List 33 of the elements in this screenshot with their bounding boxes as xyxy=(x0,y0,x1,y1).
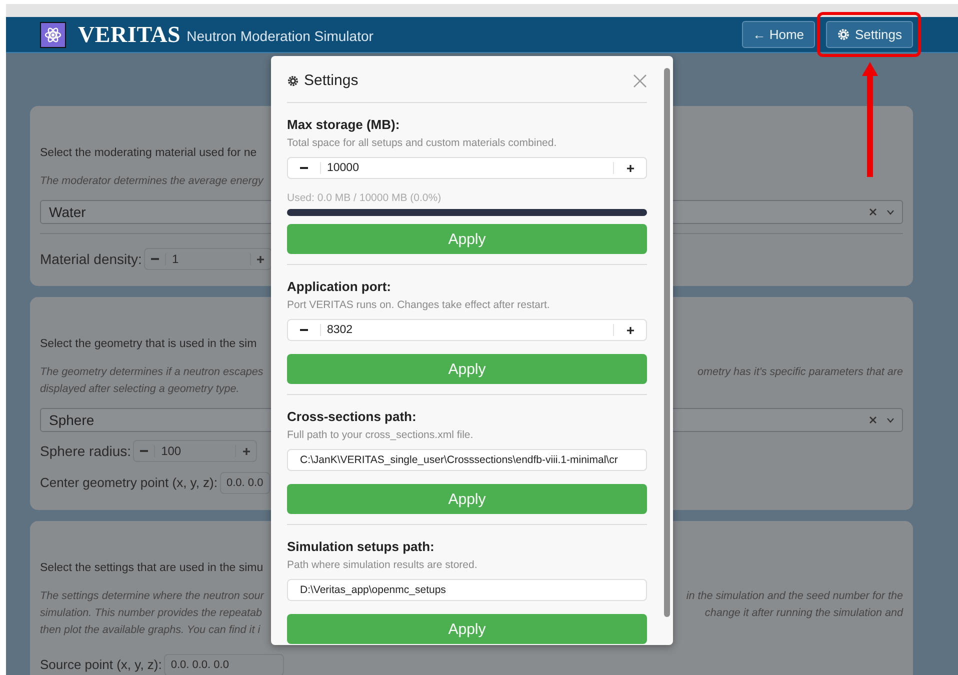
hint-text: change it after running the simulation and xyxy=(704,606,903,621)
modal-title: Settings xyxy=(304,72,358,89)
field-label: Sphere radius: xyxy=(40,443,132,459)
app-title: VERITAS xyxy=(78,22,181,48)
section-title: Cross-sections path: xyxy=(287,408,418,426)
hint-text: ometry has it's specific parameters that are xyxy=(698,365,903,380)
hint-text: The geometry determines if a neutron escapes xyxy=(40,365,264,380)
section-title: Simulation setups path: xyxy=(287,538,436,556)
field-label: Center geometry point (x, y, z): xyxy=(40,475,218,491)
select-value: Water xyxy=(49,204,86,220)
field-label: Material density: xyxy=(40,251,142,267)
instruction-text: Select the moderating material used for ne xyxy=(40,146,257,161)
instruction-text: Select the geometry that is used in the sim xyxy=(40,337,257,352)
number-value: 100 xyxy=(154,445,236,457)
number-value: 1 xyxy=(164,253,251,265)
hint-text: in the simulation and the seed number for the xyxy=(686,589,903,604)
hint-text: then plot the available graphs. You can find it i xyxy=(40,623,260,638)
number-value: 10000 xyxy=(320,162,614,174)
number-value: 8302 xyxy=(320,324,614,336)
select-value: Sphere xyxy=(49,412,94,428)
section-description: Total space for all setups and custom materials combined. xyxy=(287,136,558,150)
section-title: Max storage (MB): xyxy=(287,116,401,134)
hint-text: The moderator determines the average energy xyxy=(40,174,264,189)
hint-text: simulation. This number provides the repeatab xyxy=(40,606,262,621)
section-title: Application port: xyxy=(287,278,392,296)
section-description: Path where simulation results are stored. xyxy=(287,558,478,572)
section-description: Port VERITAS runs on. Changes take effect after restart. xyxy=(287,298,551,312)
instruction-text: Select the settings that are used in the simu xyxy=(40,561,264,576)
hint-text: The settings determine where the neutron sour xyxy=(40,589,264,604)
app-subtitle: Neutron Moderation Simulator xyxy=(186,28,374,44)
section-description: Full path to your cross_sections.xml file. xyxy=(287,428,474,442)
hint-text: displayed after selecting a geometry type. xyxy=(40,382,240,397)
field-label: Source point (x, y, z): xyxy=(40,657,162,673)
